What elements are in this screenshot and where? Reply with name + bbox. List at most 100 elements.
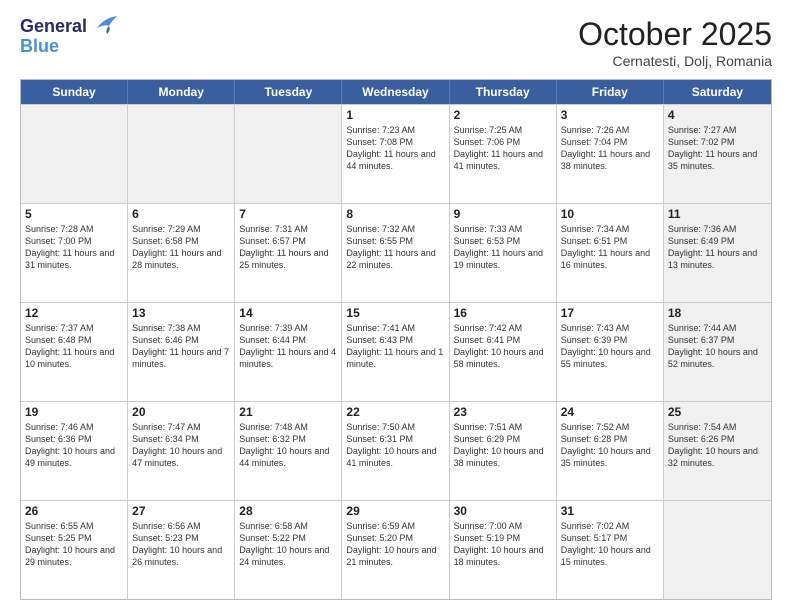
cal-cell: 4Sunrise: 7:27 AM Sunset: 7:02 PM Daylig… xyxy=(664,105,771,203)
cal-cell: 22 Sunrise: 7:50 AM Sunset: 6:31 PM Dayli… xyxy=(342,402,449,500)
cal-cell: 7 Sunrise: 7:31 AM Sunset: 6:57 PM Daylig… xyxy=(235,204,342,302)
day-number: 27 xyxy=(132,504,230,518)
cal-cell: 12 Sunrise: 7:37 AM Sunset: 6:48 PM Dayli… xyxy=(21,303,128,401)
cell-info: Sunrise: 7:34 AM Sunset: 6:51 PM Dayligh… xyxy=(561,223,659,272)
day-number: 22 xyxy=(346,405,444,419)
title-block: October 2025 Cernatesti, Dolj, Romania xyxy=(578,16,772,69)
cal-cell: 30Sunrise: 7:00 AM Sunset: 5:19 PM Dayli… xyxy=(450,501,557,599)
day-number: 12 xyxy=(25,306,123,320)
day-number: 30 xyxy=(454,504,552,518)
cal-cell xyxy=(235,105,342,203)
cal-cell: 31Sunrise: 7:02 AM Sunset: 5:17 PM Dayli… xyxy=(557,501,664,599)
cal-cell: 10Sunrise: 7:34 AM Sunset: 6:51 PM Dayli… xyxy=(557,204,664,302)
cal-cell: 24Sunrise: 7:52 AM Sunset: 6:28 PM Dayli… xyxy=(557,402,664,500)
cal-cell: 15Sunrise: 7:41 AM Sunset: 6:43 PM Dayli… xyxy=(342,303,449,401)
cal-cell: 11 Sunrise: 7:36 AM Sunset: 6:49 PM Dayli… xyxy=(664,204,771,302)
day-number: 23 xyxy=(454,405,552,419)
calendar-body: 1Sunrise: 7:23 AM Sunset: 7:08 PM Daylig… xyxy=(21,104,771,599)
calendar: SundayMondayTuesdayWednesdayThursdayFrid… xyxy=(20,79,772,600)
cell-info: Sunrise: 7:32 AM Sunset: 6:55 PM Dayligh… xyxy=(346,223,444,272)
day-number: 7 xyxy=(239,207,337,221)
week-row-3: 19 Sunrise: 7:46 AM Sunset: 6:36 PM Dayli… xyxy=(21,401,771,500)
day-header-wednesday: Wednesday xyxy=(342,80,449,104)
cal-cell: 19 Sunrise: 7:46 AM Sunset: 6:36 PM Dayli… xyxy=(21,402,128,500)
day-number: 20 xyxy=(132,405,230,419)
cell-info: Sunrise: 7:51 AM Sunset: 6:29 PM Dayligh… xyxy=(454,421,552,470)
logo-blue-text: Blue xyxy=(20,36,59,57)
day-number: 15 xyxy=(346,306,444,320)
day-number: 19 xyxy=(25,405,123,419)
cell-info: Sunrise: 7:46 AM Sunset: 6:36 PM Dayligh… xyxy=(25,421,123,470)
cal-cell: 3 Sunrise: 7:26 AM Sunset: 7:04 PM Daylig… xyxy=(557,105,664,203)
day-number: 21 xyxy=(239,405,337,419)
day-number: 31 xyxy=(561,504,659,518)
day-number: 6 xyxy=(132,207,230,221)
cell-info: Sunrise: 7:26 AM Sunset: 7:04 PM Dayligh… xyxy=(561,124,659,173)
day-number: 29 xyxy=(346,504,444,518)
cal-cell: 23 Sunrise: 7:51 AM Sunset: 6:29 PM Dayli… xyxy=(450,402,557,500)
logo: General Blue xyxy=(20,16,119,57)
cell-info: Sunrise: 7:37 AM Sunset: 6:48 PM Dayligh… xyxy=(25,322,123,371)
cal-cell: 5 Sunrise: 7:28 AM Sunset: 7:00 PM Daylig… xyxy=(21,204,128,302)
cell-info: Sunrise: 7:25 AM Sunset: 7:06 PM Dayligh… xyxy=(454,124,552,173)
cal-cell: 17Sunrise: 7:43 AM Sunset: 6:39 PM Dayli… xyxy=(557,303,664,401)
cell-info: Sunrise: 7:52 AM Sunset: 6:28 PM Dayligh… xyxy=(561,421,659,470)
cell-info: Sunrise: 6:56 AM Sunset: 5:23 PM Dayligh… xyxy=(132,520,230,569)
day-header-saturday: Saturday xyxy=(664,80,771,104)
day-number: 28 xyxy=(239,504,337,518)
day-number: 3 xyxy=(561,108,659,122)
cal-cell: 6 Sunrise: 7:29 AM Sunset: 6:58 PM Daylig… xyxy=(128,204,235,302)
cell-info: Sunrise: 7:50 AM Sunset: 6:31 PM Dayligh… xyxy=(346,421,444,470)
week-row-4: 26Sunrise: 6:55 AM Sunset: 5:25 PM Dayli… xyxy=(21,500,771,599)
cell-info: Sunrise: 7:23 AM Sunset: 7:08 PM Dayligh… xyxy=(346,124,444,173)
day-number: 11 xyxy=(668,207,767,221)
logo-bird-icon xyxy=(89,14,119,38)
cell-info: Sunrise: 7:54 AM Sunset: 6:26 PM Dayligh… xyxy=(668,421,767,470)
cal-cell: 25 Sunrise: 7:54 AM Sunset: 6:26 PM Dayli… xyxy=(664,402,771,500)
day-number: 5 xyxy=(25,207,123,221)
cal-cell: 18Sunrise: 7:44 AM Sunset: 6:37 PM Dayli… xyxy=(664,303,771,401)
day-number: 2 xyxy=(454,108,552,122)
cal-cell: 13 Sunrise: 7:38 AM Sunset: 6:46 PM Dayli… xyxy=(128,303,235,401)
cell-info: Sunrise: 7:29 AM Sunset: 6:58 PM Dayligh… xyxy=(132,223,230,272)
week-row-2: 12 Sunrise: 7:37 AM Sunset: 6:48 PM Dayli… xyxy=(21,302,771,401)
cal-cell: 1Sunrise: 7:23 AM Sunset: 7:08 PM Daylig… xyxy=(342,105,449,203)
cal-cell: 9Sunrise: 7:33 AM Sunset: 6:53 PM Daylig… xyxy=(450,204,557,302)
cell-info: Sunrise: 7:38 AM Sunset: 6:46 PM Dayligh… xyxy=(132,322,230,371)
day-number: 14 xyxy=(239,306,337,320)
day-number: 18 xyxy=(668,306,767,320)
location: Cernatesti, Dolj, Romania xyxy=(578,53,772,69)
cell-info: Sunrise: 7:33 AM Sunset: 6:53 PM Dayligh… xyxy=(454,223,552,272)
cell-info: Sunrise: 7:28 AM Sunset: 7:00 PM Dayligh… xyxy=(25,223,123,272)
day-header-tuesday: Tuesday xyxy=(235,80,342,104)
day-number: 13 xyxy=(132,306,230,320)
day-header-monday: Monday xyxy=(128,80,235,104)
cell-info: Sunrise: 7:31 AM Sunset: 6:57 PM Dayligh… xyxy=(239,223,337,272)
cal-cell xyxy=(21,105,128,203)
cell-info: Sunrise: 7:48 AM Sunset: 6:32 PM Dayligh… xyxy=(239,421,337,470)
header: General Blue October 2025 Cernatesti, Do… xyxy=(20,16,772,69)
cell-info: Sunrise: 7:43 AM Sunset: 6:39 PM Dayligh… xyxy=(561,322,659,371)
cal-cell: 14Sunrise: 7:39 AM Sunset: 6:44 PM Dayli… xyxy=(235,303,342,401)
month-title: October 2025 xyxy=(578,16,772,53)
cell-info: Sunrise: 7:47 AM Sunset: 6:34 PM Dayligh… xyxy=(132,421,230,470)
day-number: 26 xyxy=(25,504,123,518)
cal-cell xyxy=(128,105,235,203)
day-number: 8 xyxy=(346,207,444,221)
logo-text: General xyxy=(20,17,87,37)
cal-cell: 16 Sunrise: 7:42 AM Sunset: 6:41 PM Dayli… xyxy=(450,303,557,401)
cal-cell: 20 Sunrise: 7:47 AM Sunset: 6:34 PM Dayli… xyxy=(128,402,235,500)
cal-cell: 28 Sunrise: 6:58 AM Sunset: 5:22 PM Dayli… xyxy=(235,501,342,599)
cell-info: Sunrise: 6:58 AM Sunset: 5:22 PM Dayligh… xyxy=(239,520,337,569)
day-number: 25 xyxy=(668,405,767,419)
day-header-friday: Friday xyxy=(557,80,664,104)
week-row-0: 1Sunrise: 7:23 AM Sunset: 7:08 PM Daylig… xyxy=(21,104,771,203)
cell-info: Sunrise: 7:42 AM Sunset: 6:41 PM Dayligh… xyxy=(454,322,552,371)
day-number: 16 xyxy=(454,306,552,320)
cal-cell: 8 Sunrise: 7:32 AM Sunset: 6:55 PM Daylig… xyxy=(342,204,449,302)
page: General Blue October 2025 Cernatesti, Do… xyxy=(0,0,792,612)
day-header-sunday: Sunday xyxy=(21,80,128,104)
cal-cell: 21 Sunrise: 7:48 AM Sunset: 6:32 PM Dayli… xyxy=(235,402,342,500)
cell-info: Sunrise: 7:36 AM Sunset: 6:49 PM Dayligh… xyxy=(668,223,767,272)
cal-cell: 26Sunrise: 6:55 AM Sunset: 5:25 PM Dayli… xyxy=(21,501,128,599)
